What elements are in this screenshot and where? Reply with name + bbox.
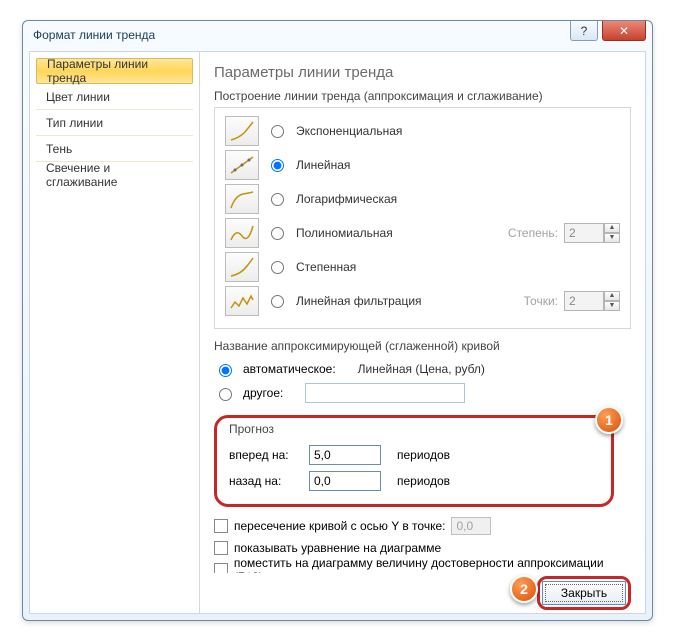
type-row-polynomial: Полиномиальная Степень: ▲▼ [225, 216, 620, 250]
type-row-logarithmic: Логарифмическая [225, 182, 620, 216]
forward-input[interactable] [309, 445, 381, 465]
name-auto-label: автоматическое: [243, 362, 336, 376]
callout-badge-2: 2 [510, 575, 538, 603]
name-other-input[interactable] [305, 383, 465, 403]
callout-badge-1: 1 [595, 406, 623, 434]
points-spinner: ▲▼ [564, 291, 620, 311]
sidebar-item-shadow[interactable]: Тень [36, 136, 193, 162]
checkbox-intercept[interactable] [214, 519, 228, 533]
help-button[interactable]: ? [570, 21, 598, 41]
close-highlight: 2 Закрыть [537, 576, 631, 610]
back-input[interactable] [309, 471, 381, 491]
type-row-moving-average: Линейная фильтрация Точки: ▲▼ [225, 284, 620, 318]
spin-up-icon: ▲ [604, 291, 620, 301]
spin-down-icon: ▼ [604, 233, 620, 243]
show-eq-label: показывать уравнение на диаграмме [234, 541, 441, 555]
moving-avg-icon [225, 286, 259, 316]
radio-name-auto[interactable] [219, 364, 232, 377]
type-label: Экспоненциальная [296, 124, 402, 138]
forward-label: вперед на: [229, 448, 299, 462]
checkbox-show-equation[interactable] [214, 541, 228, 555]
sidebar-item-line-type[interactable]: Тип линии [36, 110, 193, 136]
name-group-title: Название аппроксимирующей (сглаженной) к… [214, 339, 631, 353]
sidebar-item-label: Цвет линии [46, 90, 110, 104]
power-curve-icon [225, 252, 259, 282]
panel-heading: Параметры линии тренда [214, 64, 631, 81]
sidebar-item-label: Свечение и сглаживание [46, 161, 183, 189]
type-label: Линейная [296, 158, 350, 172]
name-other-label: другое: [243, 386, 283, 400]
window-buttons: ? ✕ [570, 21, 652, 49]
degree-input [564, 223, 604, 243]
build-section-title: Построение линии тренда (аппроксимация и… [214, 89, 631, 103]
options-checks: пересечение кривой с осью Y в точке: пок… [214, 515, 631, 573]
radio-logarithmic[interactable] [271, 193, 284, 206]
log-curve-icon [225, 184, 259, 214]
type-row-linear: Линейная [225, 148, 620, 182]
radio-moving-average[interactable] [271, 295, 284, 308]
dialog-footer: 2 Закрыть [200, 573, 645, 613]
points-input [564, 291, 604, 311]
trend-type-group: Экспоненциальная Линейная Логарифмическа… [214, 107, 631, 329]
points-label: Точки: [524, 294, 558, 308]
spin-up-icon: ▲ [604, 223, 620, 233]
back-unit: периодов [397, 474, 450, 488]
titlebar: Формат линии тренда ? ✕ [23, 21, 652, 49]
checkbox-show-r2[interactable] [214, 563, 228, 573]
type-label: Полиномиальная [296, 226, 393, 240]
type-label: Логарифмическая [296, 192, 397, 206]
spin-down-icon: ▼ [604, 301, 620, 311]
type-label: Степенная [296, 260, 356, 274]
radio-power[interactable] [271, 261, 284, 274]
sidebar-item-label: Тип линии [46, 116, 103, 130]
intercept-label: пересечение кривой с осью Y в точке: [234, 519, 445, 533]
radio-polynomial[interactable] [271, 227, 284, 240]
exponential-curve-icon [225, 116, 259, 146]
degree-spinner: ▲▼ [564, 223, 620, 243]
forward-unit: периодов [397, 448, 450, 462]
radio-linear[interactable] [271, 159, 284, 172]
type-row-exponential: Экспоненциальная [225, 114, 620, 148]
close-button[interactable]: Закрыть [542, 581, 626, 605]
show-r2-label: поместить на диаграмму величину достовер… [234, 556, 631, 573]
intercept-value [451, 517, 491, 535]
sidebar: Параметры линии тренда Цвет линии Тип ли… [30, 52, 200, 613]
degree-label: Степень: [508, 226, 558, 240]
poly-degree-group: Степень: ▲▼ [508, 223, 620, 243]
sidebar-item-label: Тень [46, 142, 72, 156]
poly-curve-icon [225, 218, 259, 248]
radio-name-other[interactable] [219, 388, 232, 401]
sidebar-item-line-color[interactable]: Цвет линии [36, 84, 193, 110]
sidebar-item-label: Параметры линии тренда [47, 57, 182, 85]
forecast-group: 1 Прогноз вперед на: периодов назад на: … [214, 415, 614, 507]
radio-exponential[interactable] [271, 125, 284, 138]
linear-curve-icon [225, 150, 259, 180]
name-group: Название аппроксимирующей (сглаженной) к… [214, 339, 631, 405]
forecast-title: Прогноз [229, 422, 599, 436]
dialog-format-trendline: Формат линии тренда ? ✕ Параметры линии … [22, 20, 653, 621]
back-label: назад на: [229, 474, 299, 488]
type-label: Линейная фильтрация [296, 294, 422, 308]
window-title: Формат линии тренда [33, 28, 155, 42]
dialog-body: Параметры линии тренда Цвет линии Тип ли… [29, 51, 646, 614]
points-group: Точки: ▲▼ [524, 291, 620, 311]
window-close-button[interactable]: ✕ [602, 21, 646, 41]
type-row-power: Степенная [225, 250, 620, 284]
sidebar-item-trendline-options[interactable]: Параметры линии тренда [36, 58, 193, 84]
content-panel: Параметры линии тренда Построение линии … [200, 52, 645, 573]
sidebar-item-glow[interactable]: Свечение и сглаживание [36, 162, 193, 188]
name-auto-value: Линейная (Цена, рубл) [358, 362, 485, 376]
